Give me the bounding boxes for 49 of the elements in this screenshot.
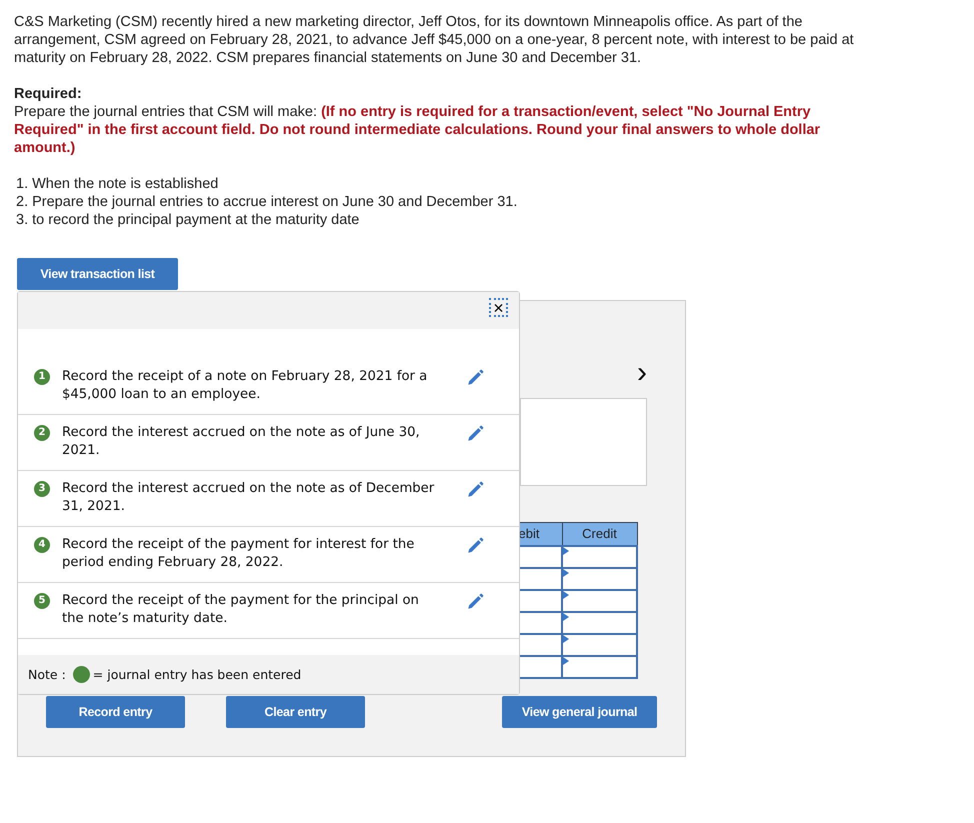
instruction-text: Prepare the journal entries that CSM will make: (If no entry is required for a transaction/event, select "No Journal Entry Required" in the first account field. Do not round intermediate calculations. Round your final answers to whole dollar amount.) — [14, 103, 822, 157]
triangle-icon — [563, 547, 569, 555]
amount-field[interactable] — [518, 590, 562, 612]
pencil-icon[interactable] — [466, 593, 484, 611]
triangle-icon — [563, 657, 569, 665]
step-text: 1. When the note is established — [16, 175, 220, 193]
triangle-icon — [563, 569, 569, 577]
required-label: Required: — [14, 85, 83, 103]
clear-entry-button[interactable]: Clear entry — [226, 696, 365, 728]
status-number-badge: 4 — [34, 537, 50, 553]
amount-field[interactable] — [518, 546, 562, 568]
amount-field[interactable] — [518, 612, 562, 634]
next-arrow[interactable]: › — [637, 361, 647, 385]
transaction-text: Record the interest accrued on the note as of December 31, 2021. — [62, 480, 436, 516]
pencil-icon[interactable] — [466, 481, 484, 499]
note-label: Note : — [28, 666, 66, 684]
pencil-icon[interactable] — [466, 537, 484, 555]
transaction-text: Record the receipt of the payment for interest for the period ending February 28, 2022. — [62, 536, 416, 572]
triangle-icon — [563, 591, 569, 599]
view-general-journal-button[interactable]: View general journal — [502, 696, 657, 728]
column-header: Credit — [562, 522, 637, 546]
status-number-badge: 1 — [34, 369, 50, 385]
status-number-badge: 2 — [34, 425, 50, 441]
triangle-icon — [563, 613, 569, 621]
amount-field[interactable] — [562, 634, 637, 656]
status-number-badge: 5 — [34, 593, 50, 609]
pencil-icon[interactable] — [466, 425, 484, 443]
amount-field[interactable] — [562, 546, 637, 568]
close-button[interactable]: × — [489, 298, 508, 317]
transaction-text: Record the interest accrued on the note as of June 30, 2021. — [62, 424, 421, 460]
amount-field[interactable] — [562, 612, 637, 634]
problem-text: C&S Marketing (CSM) recently hired a new marketing director, Jeff Otos, for its downtown Minneapolis office. As part of the arrangement, CSM agreed on February 28, 2021, to advance Jeff $45,000 on a one-year, 8 percent note, with interest to be paid at maturity on February 28, 2022. CSM prepares financial statements on June 30 and December 31. — [14, 13, 855, 67]
amount-field[interactable] — [562, 590, 637, 612]
amount-field[interactable] — [518, 568, 562, 590]
status-number-badge: 3 — [34, 481, 50, 497]
transaction-text: Record the receipt of the payment for the principal on the note’s maturity date. — [62, 592, 420, 628]
amount-field[interactable] — [518, 634, 562, 656]
view-transaction-list-button[interactable]: View transaction list — [17, 258, 178, 290]
triangle-icon — [563, 635, 569, 643]
entered-dot-icon — [72, 666, 90, 683]
note-text: = journal entry has been entered — [92, 666, 302, 684]
record-entry-button[interactable]: Record entry — [46, 696, 185, 728]
step-text: 2. Prepare the journal entries to accrue interest on June 30 and December 31. — [16, 193, 518, 211]
transaction-text: Record the receipt of a note on February 28, 2021 for a $45,000 loan to an employee. — [62, 368, 428, 404]
amount-field[interactable] — [562, 568, 637, 590]
amount-field[interactable] — [562, 656, 637, 678]
pencil-icon[interactable] — [466, 369, 484, 387]
amount-field[interactable] — [518, 656, 562, 678]
step-text: 3. to record the principal payment at the maturity date — [16, 211, 360, 229]
